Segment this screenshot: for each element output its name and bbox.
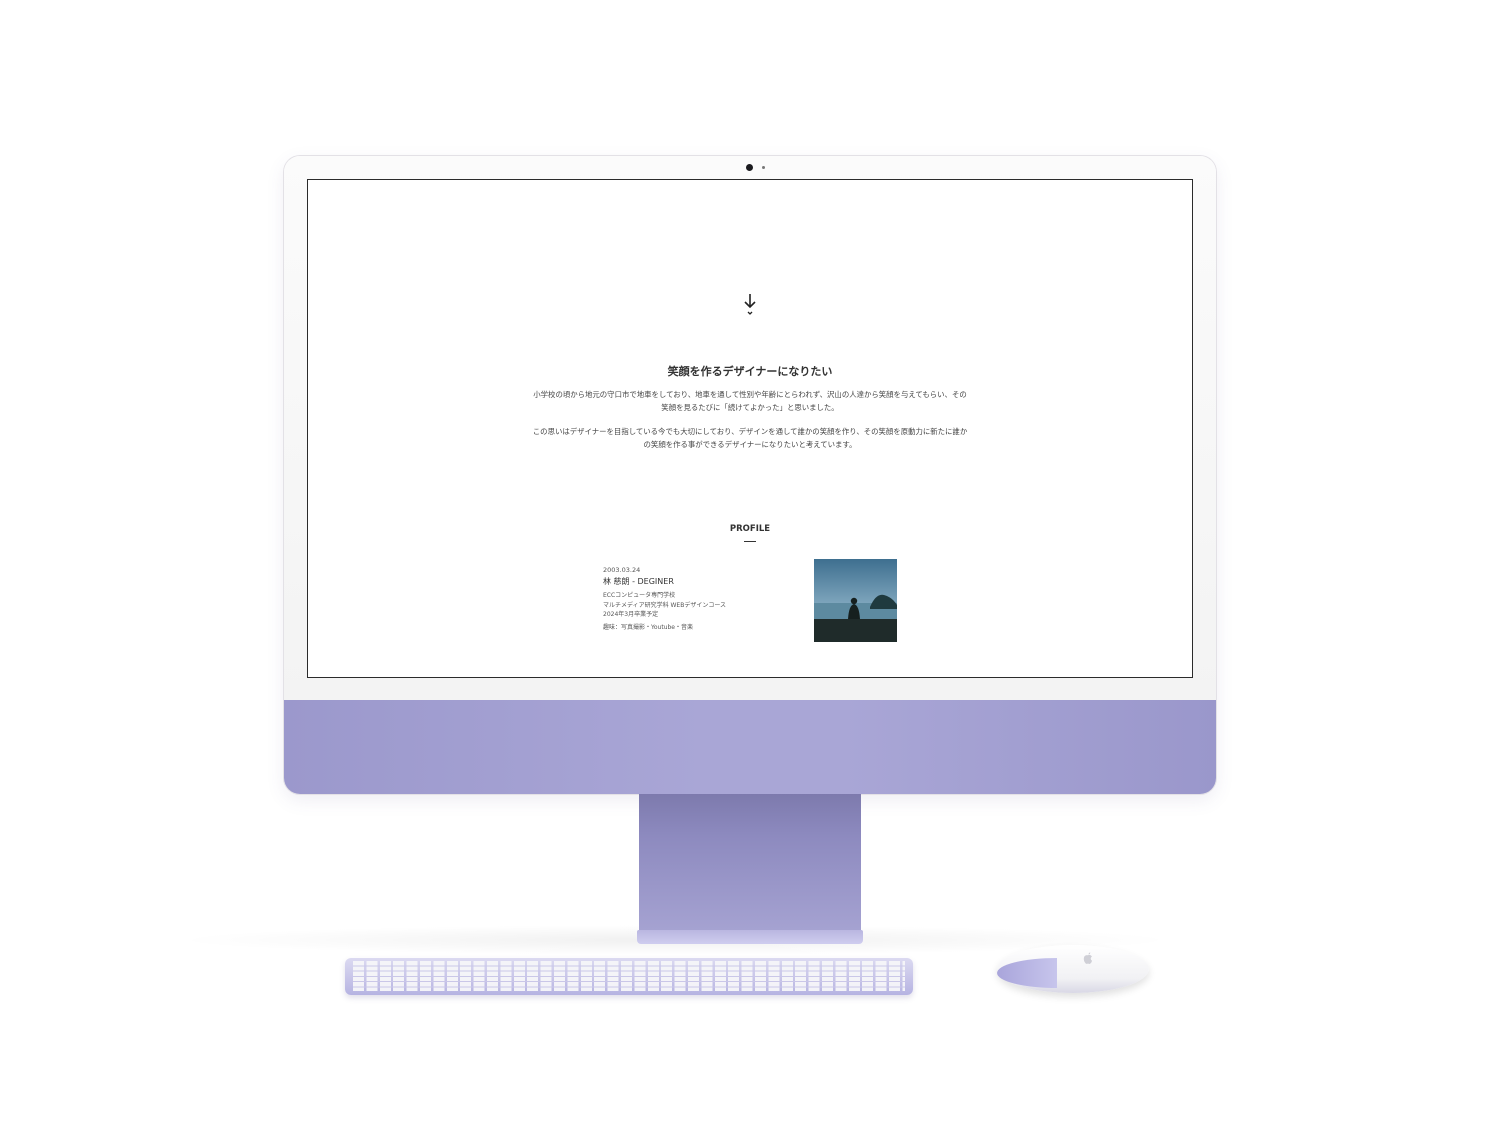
profile-department: マルチメディア研究学科 WEBデザインコース	[603, 601, 727, 609]
profile-photo	[814, 559, 897, 642]
profile-graduation: 2024年3月卒業予定	[603, 611, 659, 618]
screen: 笑顔を作るデザイナーになりたい 小学校の頃から地元の守口市で地車をしており、地車…	[307, 179, 1193, 678]
page-headline: 笑顔を作るデザイナーになりたい	[667, 365, 833, 378]
profile-school: ECCコンピュータ専門学校	[603, 592, 676, 599]
stand-base	[637, 930, 863, 944]
profile-date: 2003.03.24	[603, 566, 641, 574]
profile-hobbies: 趣味：写真撮影・Youtube・音楽	[603, 623, 693, 631]
imac-monitor: 笑顔を作るデザイナーになりたい 小学校の頃から地元の守口市で地車をしており、地車…	[284, 156, 1216, 794]
profile-heading: PROFILE	[729, 524, 771, 534]
profile-divider	[744, 541, 756, 542]
profile-info: 2003.03.24 林 慈朗 - DEGINER ECCコンピュータ専門学校 …	[603, 566, 843, 632]
monitor-bezel: 笑顔を作るデザイナーになりたい 小学校の頃から地元の守口市で地車をしており、地車…	[284, 156, 1216, 700]
sensor-dot	[762, 166, 765, 169]
down-arrow-icon[interactable]	[740, 292, 760, 316]
camera-icon	[746, 164, 753, 171]
intro-paragraph-1: 小学校の頃から地元の守口市で地車をしており、地車を通して性別や年齢にとらわれず、…	[533, 390, 967, 412]
keyboard-key-rows	[353, 961, 905, 991]
monitor-stand	[639, 794, 861, 934]
profile-name: 林 慈朗 - DEGINER	[603, 577, 674, 586]
monitor-chin	[284, 700, 1216, 794]
keyboard	[345, 958, 913, 995]
intro-paragraph-2: この思いはデザイナーを目指している今でも大切にしており、デザインを通して誰かの笑…	[532, 427, 968, 449]
apple-logo-icon	[1083, 952, 1093, 964]
